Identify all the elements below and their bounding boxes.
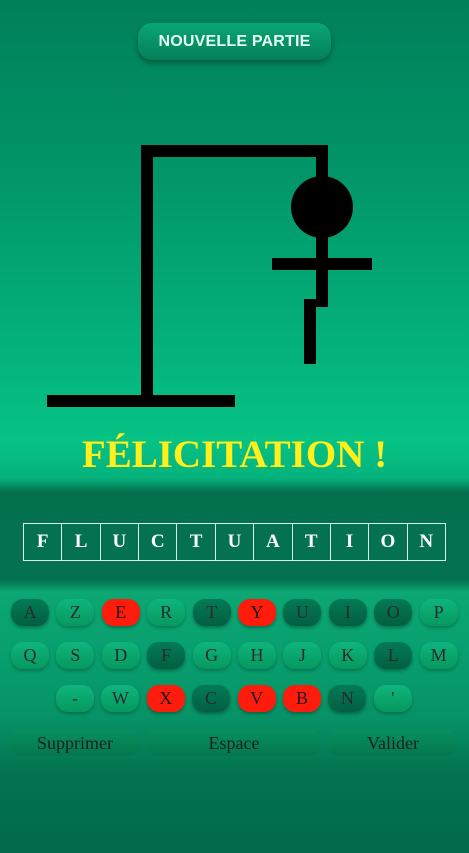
key-a[interactable]: A <box>11 599 49 626</box>
key-u[interactable]: U <box>283 599 322 626</box>
key-y[interactable]: Y <box>238 599 276 626</box>
word-letter-box: N <box>406 523 446 561</box>
key-n[interactable]: N <box>328 685 367 712</box>
key-e[interactable]: E <box>101 599 140 626</box>
word-letter-box: C <box>138 523 177 561</box>
key-v[interactable]: V <box>237 685 276 712</box>
submit-button[interactable]: Valider <box>328 730 458 756</box>
key-q[interactable]: Q <box>11 642 49 669</box>
word-letter-box: I <box>329 523 369 561</box>
key-z[interactable]: Z <box>56 599 95 626</box>
key-s[interactable]: S <box>56 642 95 669</box>
gallows-post <box>141 145 153 403</box>
key-i[interactable]: I <box>328 599 367 626</box>
key-f[interactable]: F <box>147 642 186 669</box>
key-x[interactable]: X <box>146 685 185 712</box>
key-b[interactable]: B <box>283 685 321 712</box>
space-button[interactable]: Espace <box>146 730 322 756</box>
word-letter-box: A <box>253 523 292 561</box>
hangman-arms <box>272 258 372 270</box>
win-message: FÉLICITATION ! <box>81 433 388 476</box>
key-g[interactable]: G <box>192 642 231 669</box>
word-letter-box: U <box>99 523 139 561</box>
delete-button[interactable]: Supprimer <box>10 730 140 756</box>
word-display: FLUCTUATION <box>23 523 446 561</box>
key-l[interactable]: L <box>374 642 413 669</box>
hangman-head <box>291 176 353 238</box>
key-k[interactable]: K <box>328 642 367 669</box>
key-c[interactable]: C <box>192 685 231 712</box>
key-m[interactable]: M <box>419 642 458 669</box>
key-r[interactable]: R <box>147 599 186 626</box>
gallows-beam <box>141 145 328 157</box>
word-letter-box: T <box>176 523 215 561</box>
key-t[interactable]: T <box>192 599 231 626</box>
key-j[interactable]: J <box>283 642 322 669</box>
word-letter-box: T <box>291 523 330 561</box>
hangman-drawing <box>47 145 372 407</box>
key-dash[interactable]: - <box>56 685 94 712</box>
word-letter-box: F <box>23 523 62 561</box>
hangman-leg <box>304 299 316 364</box>
gallows-rope <box>316 145 328 181</box>
key-apostrophe[interactable]: ' <box>373 685 412 712</box>
key-d[interactable]: D <box>101 642 140 669</box>
key-h[interactable]: H <box>238 642 276 669</box>
word-letter-box: L <box>61 523 100 561</box>
word-letter-box: U <box>214 523 254 561</box>
key-o[interactable]: O <box>374 599 413 626</box>
key-p[interactable]: P <box>419 599 458 626</box>
word-letter-box: O <box>368 523 407 561</box>
key-w[interactable]: W <box>101 685 140 712</box>
